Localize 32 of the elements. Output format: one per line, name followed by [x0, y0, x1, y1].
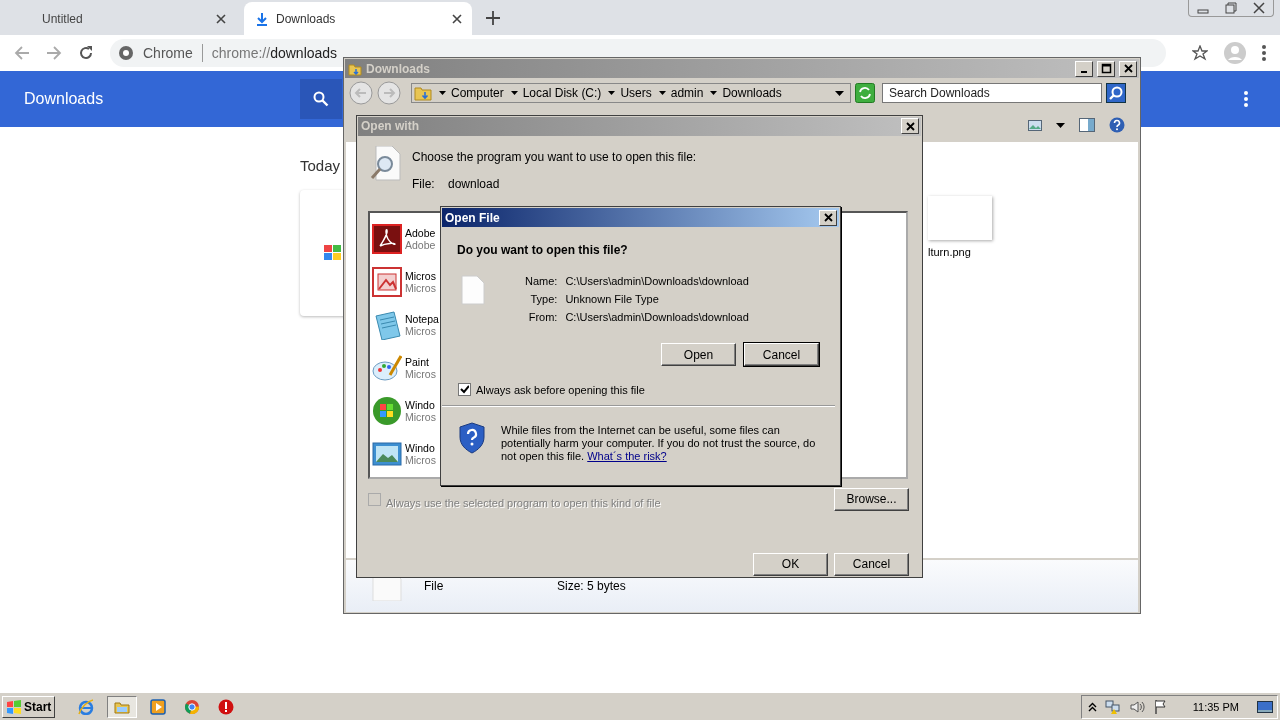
program-publisher: Micros: [405, 453, 436, 466]
field-value: C:\Users\admin\Downloads\download: [565, 311, 749, 323]
program-publisher: Micros: [405, 281, 436, 294]
field-label: From:: [527, 311, 558, 323]
page-title: Downloads: [24, 90, 105, 108]
dialog-prompt: Choose the program you want to use to open this file:: [412, 149, 697, 164]
dialog-title: Open File: [445, 210, 500, 225]
program-publisher: Micros: [405, 367, 436, 380]
program-publisher: Adobe: [405, 238, 436, 251]
section-heading: Today: [300, 157, 341, 174]
field-value: Unknown File Type: [565, 293, 660, 305]
program-name: Notepa: [405, 312, 439, 325]
file-type: File: [424, 579, 445, 593]
field-label: File:: [412, 176, 436, 191]
file-size: Size: 5 bytes: [557, 579, 626, 593]
program-publisher: Micros: [405, 410, 436, 423]
program-name: Windo: [405, 398, 436, 411]
program-name: Micros: [405, 269, 436, 282]
file-name: lturn.png: [928, 246, 971, 258]
checkbox-label: Always ask before opening this file: [476, 383, 645, 396]
program-name: Paint: [405, 355, 430, 368]
field-label: Name:: [525, 275, 558, 287]
checkbox-label: Always use the selected program to open this kind of file: [386, 497, 661, 510]
file-name: download: [448, 176, 500, 191]
dialog-question: Do you want to open this file?: [456, 242, 629, 257]
warning-text: While files from the Internet can be useful, some files can potentially harm your computer. If you do not trust the source, do not open this file. What´s the risk?: [501, 424, 817, 463]
program-publisher: Micros: [405, 324, 436, 337]
program-name: Adobe: [405, 226, 436, 239]
program-name: Windo: [405, 441, 436, 454]
field-label: Type:: [529, 293, 558, 305]
field-value: C:\Users\admin\Downloads\download: [565, 275, 749, 287]
dialog-title: Open with: [361, 119, 419, 134]
